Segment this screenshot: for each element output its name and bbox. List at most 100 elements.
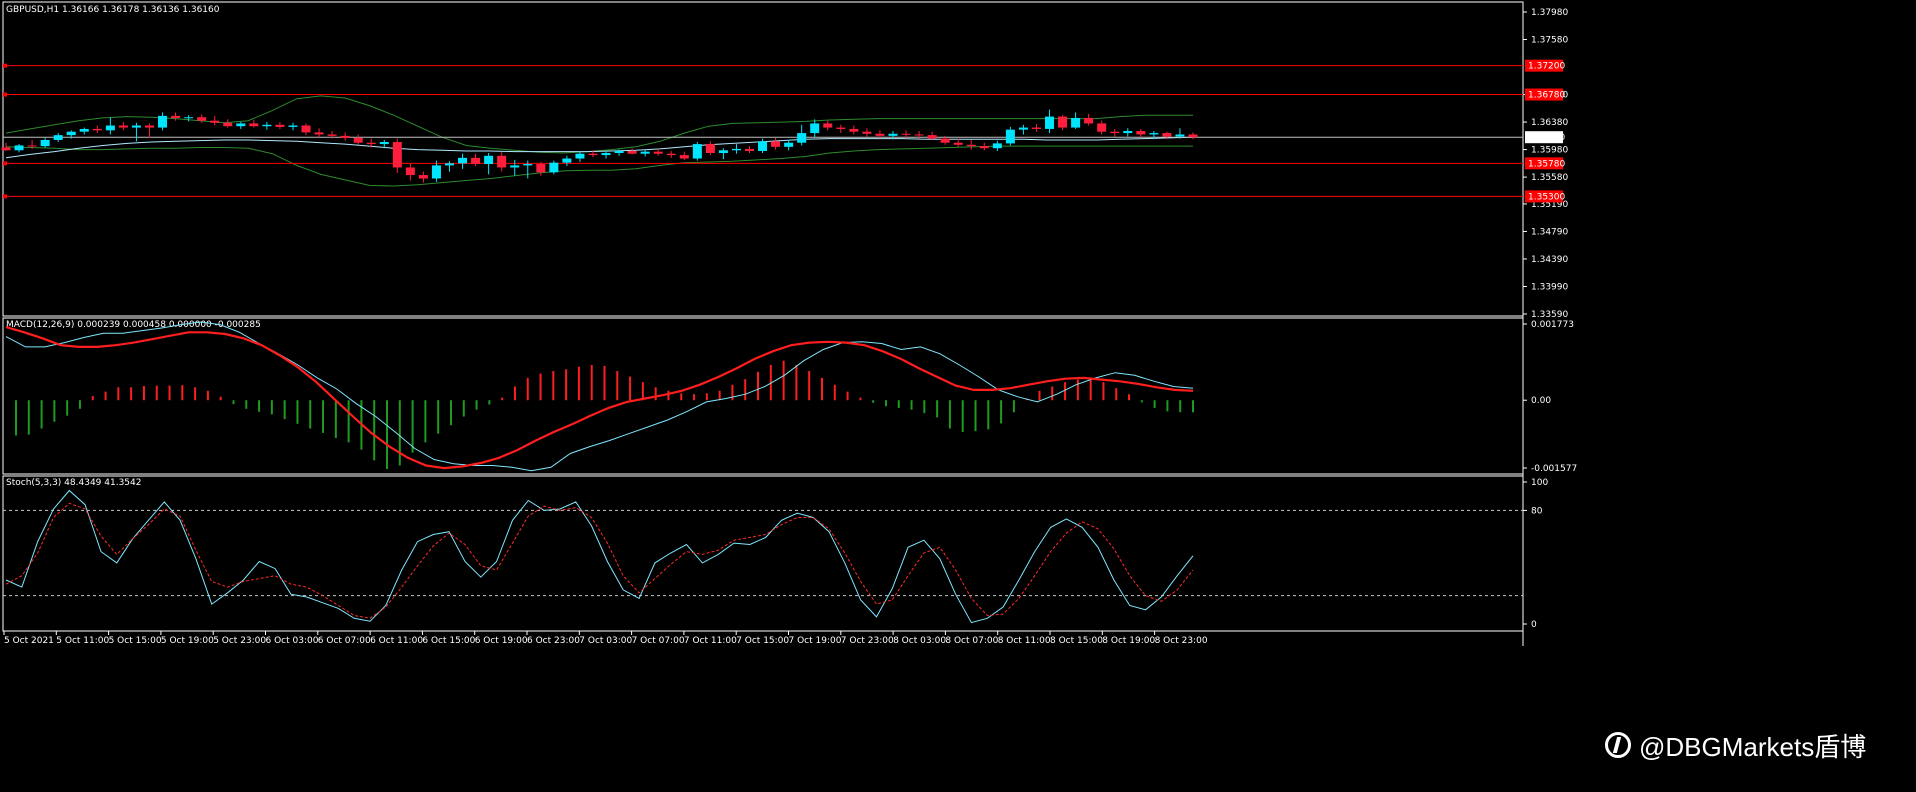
candle: [210, 115, 220, 126]
candle: [458, 153, 468, 169]
candle-body: [823, 123, 833, 128]
candle: [471, 153, 481, 167]
macd-signal-line: [5, 326, 1194, 470]
price-tick-label: 1.37580: [1531, 36, 1568, 46]
candle: [1188, 132, 1198, 140]
stoch-tick-label: 80: [1531, 506, 1543, 516]
time-tick-label: 5 Oct 15:00: [109, 636, 162, 646]
candle-body: [849, 128, 859, 132]
candle-body: [210, 120, 220, 123]
candle-body: [275, 124, 285, 127]
line-handle: [3, 92, 7, 97]
candle: [92, 125, 102, 134]
candle: [118, 122, 128, 131]
candle-body: [914, 134, 924, 136]
candle: [666, 150, 676, 158]
candle-body: [666, 153, 676, 156]
price-pane-title: GBPUSD,H1 1.36166 1.36178 1.36136 1.3616…: [6, 5, 220, 15]
candle-body: [431, 165, 441, 179]
candle-body: [1136, 131, 1146, 135]
candle: [718, 148, 728, 160]
candle-body: [1058, 116, 1068, 128]
time-tick-label: 7 Oct 11:00: [684, 636, 737, 646]
pane-frame: [2, 317, 1524, 475]
candle: [236, 122, 246, 129]
candle: [158, 112, 168, 131]
candle: [536, 161, 546, 176]
candle-body: [1149, 133, 1159, 135]
price-tick-label: 1.34790: [1531, 227, 1568, 237]
candle-body: [53, 135, 63, 140]
candle: [966, 139, 976, 150]
candle-body: [314, 132, 324, 135]
time-tick-label: 5 Oct 23:00: [213, 636, 266, 646]
candle: [223, 119, 233, 128]
stoch-tick-label: 0: [1531, 620, 1537, 630]
macd-line: [5, 321, 1194, 472]
candle-body: [784, 142, 794, 147]
candle-body: [588, 153, 598, 156]
line-handle: [3, 194, 7, 199]
candle: [105, 117, 115, 135]
candle-body: [66, 131, 76, 136]
candle: [1005, 126, 1015, 146]
candle: [992, 140, 1002, 151]
time-tick-label: 6 Oct 19:00: [475, 636, 528, 646]
candle-body: [797, 133, 807, 143]
candle: [418, 171, 428, 183]
stoch-signal-line: [5, 502, 1194, 619]
candle-body: [1162, 133, 1172, 137]
candle-body: [1188, 134, 1198, 138]
candle: [79, 127, 89, 135]
candle-body: [510, 165, 520, 168]
candle-body: [1071, 117, 1081, 128]
candle-body: [575, 153, 585, 159]
price-tick-label: 1.36380: [1531, 118, 1568, 128]
candle-body: [366, 142, 376, 145]
candle-body: [392, 142, 402, 168]
time-tick-label: 5 Oct 2021: [4, 636, 54, 646]
candle-body: [745, 148, 755, 151]
candle-body: [236, 123, 246, 127]
candle: [692, 142, 702, 161]
candle-body: [27, 145, 37, 147]
candle-body: [497, 155, 507, 168]
time-tick-label: 6 Oct 07:00: [318, 636, 371, 646]
candle: [836, 124, 846, 134]
candle: [288, 122, 298, 131]
candle-body: [301, 125, 311, 133]
candle-body: [810, 123, 820, 134]
candle-body: [353, 137, 363, 143]
candle-body: [979, 146, 989, 149]
candle: [171, 112, 181, 121]
candle: [1110, 128, 1120, 137]
candle: [1123, 128, 1133, 137]
candle-body: [1123, 131, 1133, 134]
candle-body: [197, 117, 207, 121]
candle: [510, 159, 520, 176]
candle-body: [771, 141, 781, 147]
candle-body: [601, 153, 611, 156]
candle-body: [966, 144, 976, 147]
candle-body: [158, 115, 168, 128]
candle-body: [1, 147, 11, 151]
time-tick-label: 7 Oct 23:00: [841, 636, 894, 646]
candle-body: [418, 175, 428, 179]
stoch-pane-title: Stoch(5,3,3) 48.4349 41.3542: [6, 478, 141, 488]
candle: [484, 153, 494, 175]
candle-body: [692, 144, 702, 159]
candle-body: [327, 134, 337, 136]
line-handle: [3, 63, 7, 68]
candle: [353, 134, 363, 145]
candle-body: [705, 144, 715, 154]
bollinger-lower-line: [5, 145, 1193, 187]
candle: [731, 144, 741, 154]
candle: [823, 120, 833, 131]
candle: [849, 125, 859, 135]
candle-body: [1045, 116, 1055, 129]
price-tick-label: 1.34390: [1531, 255, 1568, 265]
candle-body: [862, 131, 872, 134]
candle-body: [653, 151, 663, 154]
candle: [144, 123, 154, 138]
candle-body: [731, 148, 741, 151]
